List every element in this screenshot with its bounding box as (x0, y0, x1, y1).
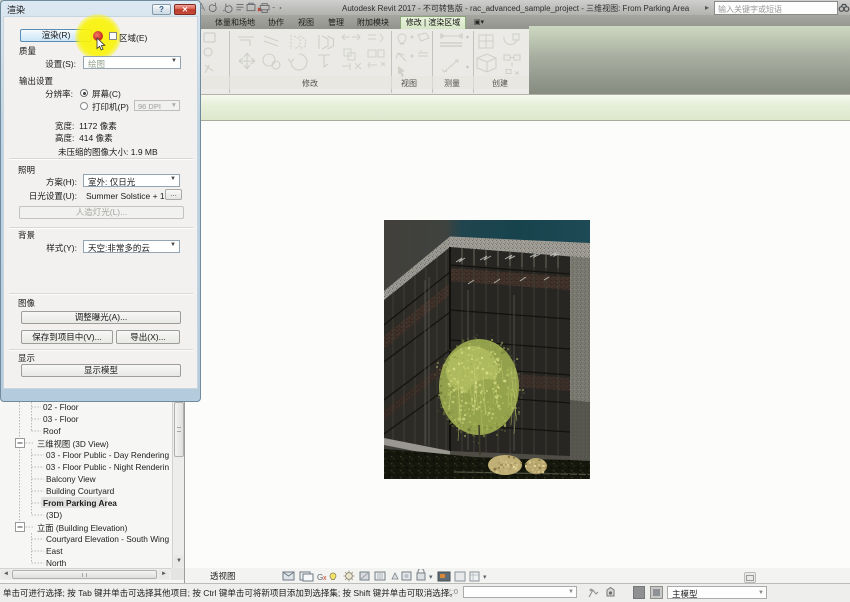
svg-text:x: x (323, 575, 327, 582)
svg-text:创建: 创建 (492, 78, 508, 88)
svg-text:修改: 修改 (302, 78, 318, 88)
svg-text:视图: 视图 (401, 78, 417, 88)
svg-text:▾: ▾ (429, 574, 433, 581)
svg-text:▾: ▾ (483, 574, 487, 581)
svg-text:测量: 测量 (444, 79, 460, 88)
